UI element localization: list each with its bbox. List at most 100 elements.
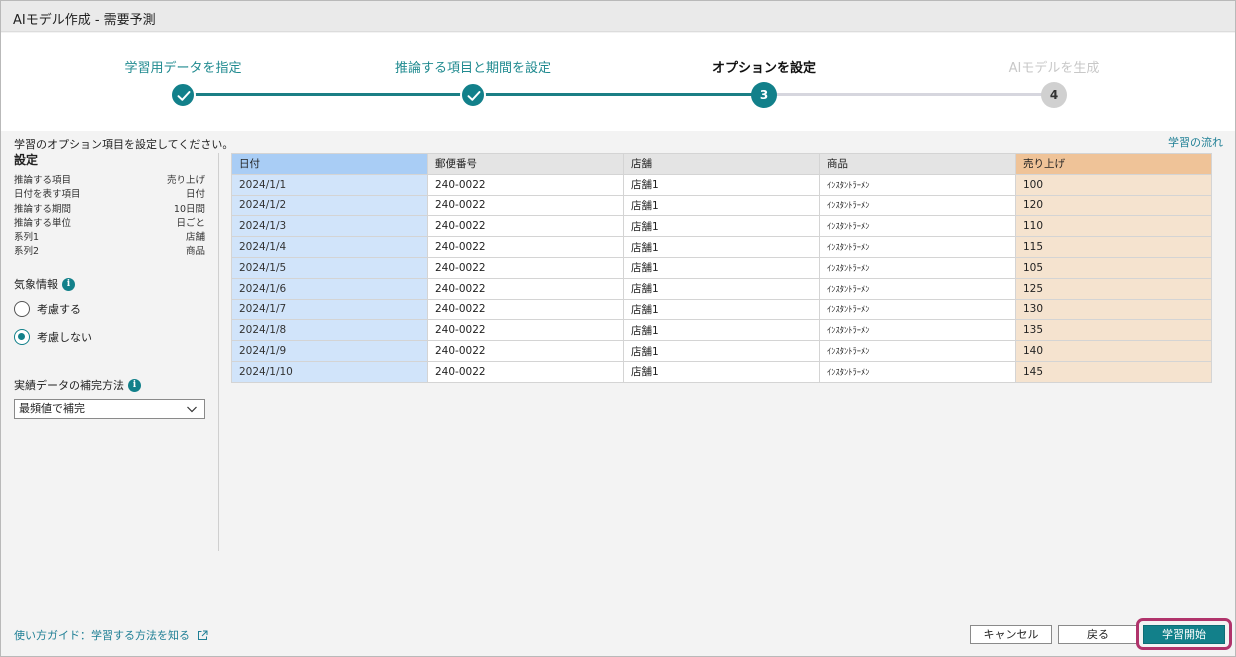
table-cell: 240-0022 bbox=[427, 236, 624, 258]
settings-row: 系列2 商品 bbox=[14, 245, 205, 259]
step-1-check-icon bbox=[170, 82, 196, 108]
table-header-row: 日付 郵便番号 店舗 商品 売り上げ bbox=[231, 153, 1212, 175]
table-cell: 店舗1 bbox=[623, 236, 820, 258]
table-cell: 2024/1/5 bbox=[231, 256, 428, 279]
table-cell: 105 bbox=[1015, 256, 1212, 279]
settings-key: 推論する期間 bbox=[14, 203, 72, 215]
table-body: 2024/1/1 240-0022 店舗1 ｲﾝｽﾀﾝﾄﾗｰﾒﾝ 100 2024/1/2… bbox=[231, 173, 1212, 383]
settings-value: 日付 bbox=[185, 189, 205, 201]
column-header: 商品 bbox=[819, 153, 1016, 175]
table-cell: 240-0022 bbox=[427, 319, 624, 342]
step-connector-3 bbox=[764, 93, 1054, 96]
table-cell: 店舗1 bbox=[623, 360, 820, 383]
footer-bar: 使い方ガイド：学習する方法を知る キャンセル 戻る 学習開始 bbox=[1, 618, 1235, 656]
settings-row: 系列1 店舗 bbox=[14, 231, 205, 245]
step-2-check-icon bbox=[460, 82, 486, 108]
table-cell: 240-0022 bbox=[427, 194, 624, 217]
info-icon[interactable]: i bbox=[128, 378, 141, 392]
table-cell: 240-0022 bbox=[427, 215, 624, 238]
table-cell: 240-0022 bbox=[427, 340, 624, 362]
settings-row: 日付を表す項目 日付 bbox=[14, 188, 205, 202]
table-cell: 店舗1 bbox=[623, 277, 820, 300]
table-cell: 2024/1/2 bbox=[231, 194, 428, 217]
settings-key: 推論する項目 bbox=[14, 175, 72, 186]
table-cell: 145 bbox=[1015, 360, 1212, 383]
table-row: 2024/1/10 240-0022 店舗1 ｲﾝｽﾀﾝﾄﾗｰﾒﾝ 145 bbox=[231, 360, 1212, 383]
table-cell: 店舗1 bbox=[623, 173, 820, 196]
external-link-icon[interactable] bbox=[197, 630, 208, 641]
cancel-button[interactable]: キャンセル bbox=[970, 625, 1052, 644]
back-button[interactable]: 戻る bbox=[1058, 625, 1138, 644]
table-cell: 240-0022 bbox=[427, 360, 624, 383]
step-4-number: 4 bbox=[1041, 82, 1067, 108]
column-header: 売り上げ bbox=[1015, 153, 1212, 175]
table-cell: ｲﾝｽﾀﾝﾄﾗｰﾒﾝ bbox=[819, 236, 1016, 258]
table-cell: 240-0022 bbox=[427, 256, 624, 279]
table-cell: 店舗1 bbox=[623, 194, 820, 217]
weather-label: 気象情報 i bbox=[14, 276, 75, 292]
app-window: AIモデル作成 - 需要予測 学習用データを指定 推論する項目と期間を設定 オプ… bbox=[0, 0, 1236, 657]
table-cell: ｲﾝｽﾀﾝﾄﾗｰﾒﾝ bbox=[819, 277, 1016, 300]
learning-flow-link[interactable]: 学習の流れ bbox=[1168, 134, 1223, 150]
table-cell: ｲﾝｽﾀﾝﾄﾗｰﾒﾝ bbox=[819, 256, 1016, 279]
table-cell: 240-0022 bbox=[427, 298, 624, 321]
table-cell: 2024/1/8 bbox=[231, 319, 428, 342]
table-cell: 2024/1/7 bbox=[231, 298, 428, 321]
table-row: 2024/1/1 240-0022 店舗1 ｲﾝｽﾀﾝﾄﾗｰﾒﾝ 100 bbox=[231, 173, 1212, 196]
weather-not-consider-radio[interactable]: 考慮しない bbox=[14, 329, 92, 345]
table-cell: 店舗1 bbox=[623, 215, 820, 238]
table-cell: 100 bbox=[1015, 173, 1212, 196]
table-cell: ｲﾝｽﾀﾝﾄﾗｰﾒﾝ bbox=[819, 360, 1016, 383]
table-cell: ｲﾝｽﾀﾝﾄﾗｰﾒﾝ bbox=[819, 340, 1016, 362]
step-connector-1 bbox=[183, 93, 473, 96]
column-header: 日付 bbox=[231, 153, 428, 175]
settings-key: 系列2 bbox=[14, 246, 40, 258]
weather-consider-radio[interactable]: 考慮する bbox=[14, 301, 81, 317]
settings-heading: 設定 bbox=[14, 153, 39, 167]
table-cell: 店舗1 bbox=[623, 319, 820, 342]
table-cell: 125 bbox=[1015, 277, 1212, 300]
table-cell: ｲﾝｽﾀﾝﾄﾗｰﾒﾝ bbox=[819, 298, 1016, 321]
table-cell: 2024/1/3 bbox=[231, 215, 428, 238]
fill-method-label-text: 実績データの補完方法 bbox=[14, 379, 124, 392]
panel-divider bbox=[218, 153, 219, 551]
settings-summary: 推論する項目 売り上げ 日付を表す項目 日付 推論する期間 10日間 推論する単位 日ご… bbox=[14, 174, 205, 260]
settings-key: 日付を表す項目 bbox=[14, 189, 81, 201]
radio-label: 考慮する bbox=[37, 303, 81, 316]
settings-row: 推論する項目 売り上げ bbox=[14, 174, 205, 188]
usage-guide-link-text[interactable]: 使い方ガイド：学習する方法を知る bbox=[14, 627, 190, 643]
fill-method-label: 実績データの補完方法 i bbox=[14, 377, 141, 393]
radio-label: 考慮しない bbox=[37, 331, 92, 344]
data-preview-table: 日付 郵便番号 店舗 商品 売り上げ 2024/1/1 240-0022 店舗1 ｲﾝ… bbox=[231, 153, 1212, 383]
settings-panel: 設定 推論する項目 売り上げ 日付を表す項目 日付 推論する期間 10日間 推論する単… bbox=[14, 151, 205, 419]
table-cell: 240-0022 bbox=[427, 277, 624, 300]
usage-guide-link[interactable]: 使い方ガイド：学習する方法を知る bbox=[14, 627, 208, 643]
settings-value: 10日間 bbox=[173, 203, 205, 215]
table-cell: ｲﾝｽﾀﾝﾄﾗｰﾒﾝ bbox=[819, 173, 1016, 196]
table-row: 2024/1/2 240-0022 店舗1 ｲﾝｽﾀﾝﾄﾗｰﾒﾝ 120 bbox=[231, 194, 1212, 217]
table-cell: 2024/1/9 bbox=[231, 340, 428, 362]
info-icon[interactable]: i bbox=[62, 277, 75, 291]
main-content: 学習のオプション項目を設定してください。 学習の流れ 設定 推論する項目 売り上げ… bbox=[1, 131, 1235, 625]
table-row: 2024/1/8 240-0022 店舗1 ｲﾝｽﾀﾝﾄﾗｰﾒﾝ 135 bbox=[231, 319, 1212, 342]
fill-method-select[interactable]: 最頻値で補完 bbox=[14, 399, 205, 419]
settings-row: 推論する単位 日ごと bbox=[14, 217, 205, 231]
step-connector-2 bbox=[473, 93, 764, 96]
radio-selected-icon[interactable] bbox=[14, 329, 30, 345]
step-3-label: オプションを設定 bbox=[711, 61, 817, 76]
settings-value: 日ごと bbox=[176, 217, 205, 229]
table-cell: ｲﾝｽﾀﾝﾄﾗｰﾒﾝ bbox=[819, 319, 1016, 342]
instruction-text: 学習のオプション項目を設定してください。 bbox=[14, 138, 234, 151]
radio-unselected-icon[interactable] bbox=[14, 301, 30, 317]
table-cell: 2024/1/1 bbox=[231, 173, 428, 196]
step-2-label: 推論する項目と期間を設定 bbox=[394, 61, 552, 76]
table-cell: 店舗1 bbox=[623, 256, 820, 279]
settings-key: 推論する単位 bbox=[14, 217, 72, 229]
table-row: 2024/1/5 240-0022 店舗1 ｲﾝｽﾀﾝﾄﾗｰﾒﾝ 105 bbox=[231, 256, 1212, 279]
table-row: 2024/1/7 240-0022 店舗1 ｲﾝｽﾀﾝﾄﾗｰﾒﾝ 130 bbox=[231, 298, 1212, 321]
table-cell: 140 bbox=[1015, 340, 1212, 362]
table-row: 2024/1/6 240-0022 店舗1 ｲﾝｽﾀﾝﾄﾗｰﾒﾝ 125 bbox=[231, 277, 1212, 300]
step-3-number: 3 bbox=[751, 82, 777, 108]
table-cell: 2024/1/4 bbox=[231, 236, 428, 258]
step-4-label: AIモデルを生成 bbox=[1008, 61, 1100, 76]
